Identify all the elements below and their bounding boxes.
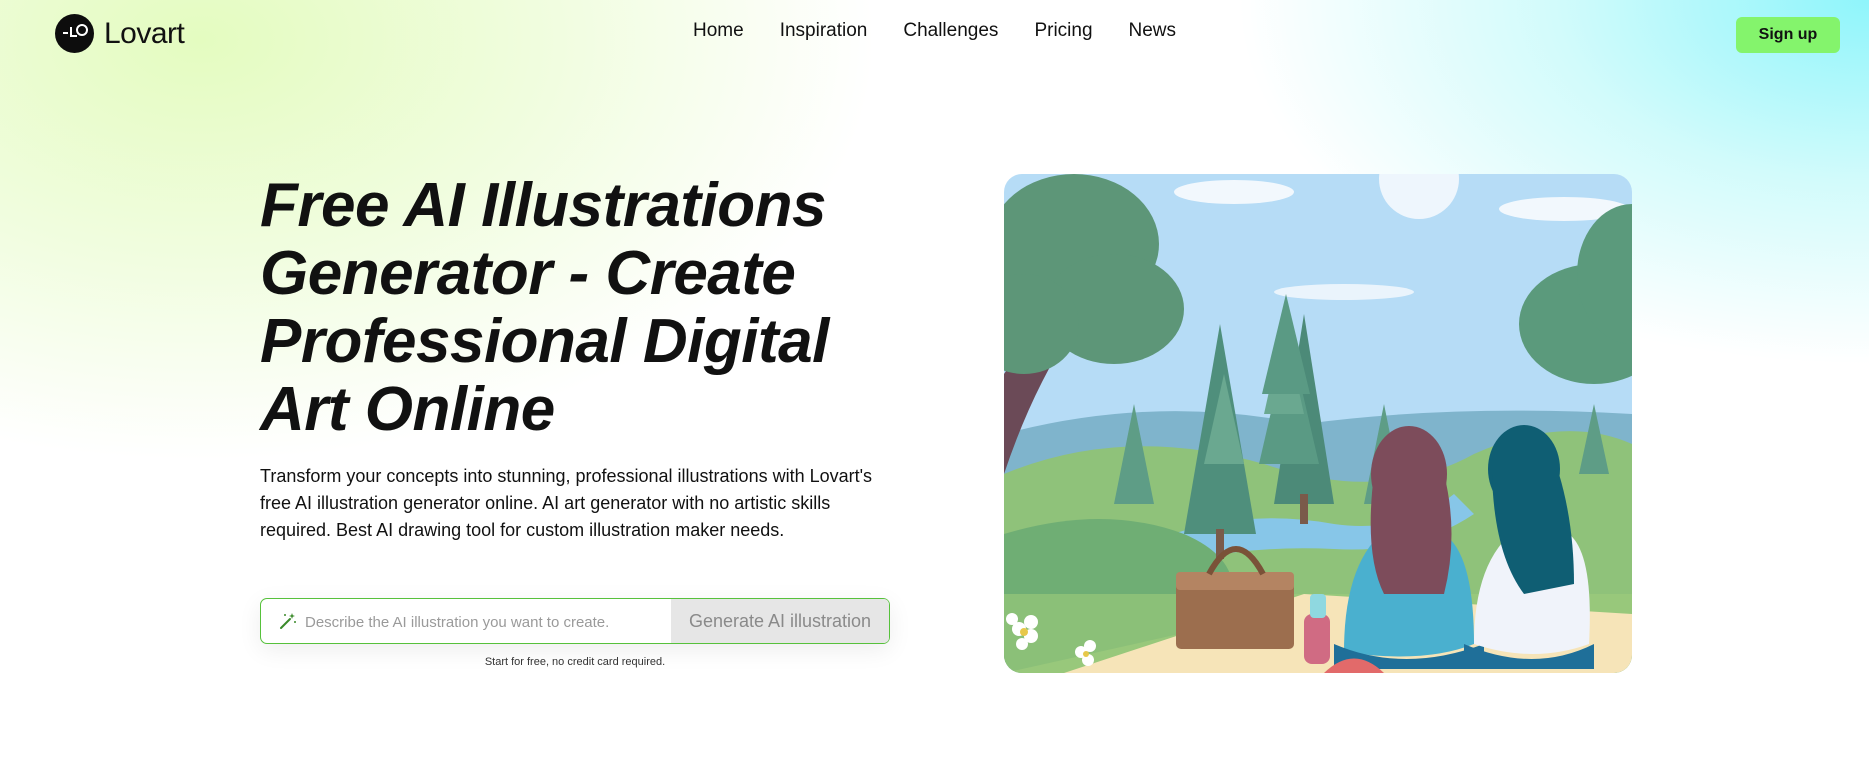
top-navigation-bar: Lovart Home Inspiration Challenges Prici… — [0, 0, 1869, 70]
prompt-form: Generate AI illustration — [260, 598, 890, 644]
magic-wand-icon — [280, 613, 296, 629]
generate-illustration-button[interactable]: Generate AI illustration — [671, 599, 889, 643]
logo[interactable]: Lovart — [55, 14, 185, 53]
nav-home-link[interactable]: Home — [693, 20, 744, 42]
hero-description: Transform your concepts into stunning, p… — [260, 466, 873, 540]
hero-illustration — [1004, 174, 1632, 673]
picnic-illustration-image — [1004, 174, 1632, 673]
nav-challenges-link[interactable]: Challenges — [903, 20, 998, 42]
nav-inspiration-link[interactable]: Inspiration — [780, 20, 868, 42]
nav-news-link[interactable]: News — [1129, 20, 1177, 42]
sign-up-button[interactable]: Sign up — [1736, 17, 1840, 53]
nav-pricing-link[interactable]: Pricing — [1034, 20, 1092, 42]
logo-text: Lovart — [104, 16, 185, 50]
logo-mark-icon — [55, 14, 94, 53]
main-nav: Home Inspiration Challenges Pricing News — [693, 20, 1176, 42]
illustration-prompt-input[interactable] — [303, 609, 667, 635]
free-start-hint: Start for free, no credit card required. — [484, 656, 666, 668]
hero-title: Free AI Illustrations Generator - Create… — [260, 171, 829, 444]
